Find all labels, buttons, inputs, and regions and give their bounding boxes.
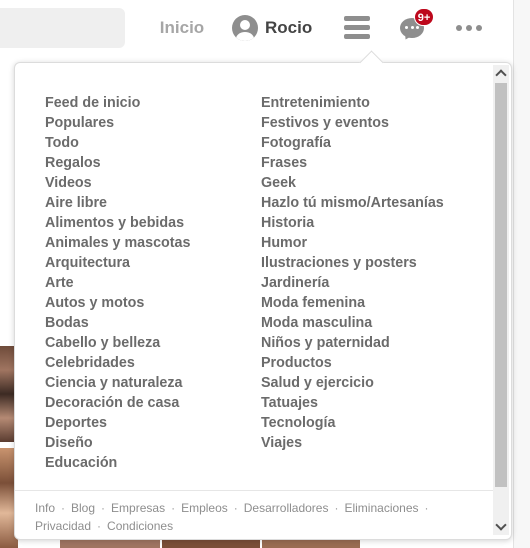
footer-links: Info · Blog · Empresas · Empleos · Desarrollador… — [35, 499, 475, 535]
category-link[interactable]: Educación — [45, 453, 255, 473]
category-link[interactable]: Alimentos y bebidas — [45, 213, 255, 233]
category-link[interactable]: Hazlo tú mismo/Artesanías — [261, 193, 471, 213]
categories-dropdown: Feed de inicio Populares Todo Regalos Vi… — [14, 50, 512, 540]
scroll-up-arrow-icon[interactable] — [493, 65, 509, 81]
category-link[interactable]: Regalos — [45, 153, 255, 173]
category-link[interactable]: Festivos y eventos — [261, 113, 471, 133]
footer-separator: · — [61, 501, 66, 515]
category-link[interactable]: Todo — [45, 133, 255, 153]
footer-separator: · — [424, 501, 429, 515]
page-scrollbar[interactable] — [513, 0, 530, 548]
scroll-down-arrow-icon[interactable] — [493, 519, 509, 535]
footer-separator: · — [97, 519, 102, 533]
category-link[interactable]: Feed de inicio — [45, 93, 255, 113]
scrollbar-thumb[interactable] — [495, 83, 507, 487]
category-link[interactable]: Videos — [45, 173, 255, 193]
hamburger-menu-icon[interactable] — [344, 16, 370, 40]
category-link[interactable]: Entretenimiento — [261, 93, 471, 113]
top-bar: Inicio Rocio 9+ — [0, 0, 530, 62]
footer-link-condiciones[interactable]: Condiciones — [107, 519, 173, 533]
footer-link-info[interactable]: Info — [35, 501, 55, 515]
category-link[interactable]: Productos — [261, 353, 471, 373]
category-link[interactable]: Animales y mascotas — [45, 233, 255, 253]
notifications-badge: 9+ — [414, 8, 434, 26]
profile-name: Rocio — [265, 18, 313, 37]
category-link[interactable]: Viajes — [261, 433, 471, 453]
category-link[interactable]: Ciencia y naturaleza — [45, 373, 255, 393]
category-link[interactable]: Fotografía — [261, 133, 471, 153]
footer-separator: · — [171, 501, 176, 515]
profile-link[interactable]: Rocio — [232, 14, 320, 42]
category-link[interactable]: Moda masculina — [261, 313, 471, 333]
footer-separator: · — [334, 501, 339, 515]
footer-separator: · — [233, 501, 238, 515]
footer-link-empresas[interactable]: Empresas — [111, 501, 165, 515]
user-avatar-icon — [232, 15, 258, 41]
more-options-icon[interactable] — [456, 24, 482, 32]
footer-separator: · — [101, 501, 106, 515]
search-input[interactable] — [0, 8, 125, 48]
categories-left-column: Feed de inicio Populares Todo Regalos Vi… — [45, 93, 255, 473]
category-link[interactable]: Aire libre — [45, 193, 255, 213]
category-link[interactable]: Deportes — [45, 413, 255, 433]
footer-link-empleos[interactable]: Empleos — [181, 501, 228, 515]
category-link[interactable]: Arquitectura — [45, 253, 255, 273]
home-link[interactable]: Inicio — [152, 18, 212, 38]
footer-link-eliminaciones[interactable]: Eliminaciones — [344, 501, 418, 515]
category-link[interactable]: Frases — [261, 153, 471, 173]
category-link[interactable]: Moda femenina — [261, 293, 471, 313]
dropdown-scrollbar[interactable] — [493, 65, 509, 535]
footer-divider — [15, 490, 493, 491]
category-link[interactable]: Decoración de casa — [45, 393, 255, 413]
category-link[interactable]: Ilustraciones y posters — [261, 253, 471, 273]
category-link[interactable]: Geek — [261, 173, 471, 193]
category-link[interactable]: Populares — [45, 113, 255, 133]
category-link[interactable]: Salud y ejercicio — [261, 373, 471, 393]
footer-link-desarrolladores[interactable]: Desarrolladores — [244, 501, 329, 515]
footer-link-blog[interactable]: Blog — [71, 501, 95, 515]
category-link[interactable]: Arte — [45, 273, 255, 293]
category-link[interactable]: Diseño — [45, 433, 255, 453]
category-link[interactable]: Jardinería — [261, 273, 471, 293]
footer-link-privacidad[interactable]: Privacidad — [35, 519, 91, 533]
category-link[interactable]: Niños y paternidad — [261, 333, 471, 353]
category-link[interactable]: Autos y motos — [45, 293, 255, 313]
category-link[interactable]: Cabello y belleza — [45, 333, 255, 353]
category-link[interactable]: Tatuajes — [261, 393, 471, 413]
category-link[interactable]: Celebridades — [45, 353, 255, 373]
categories-right-column: Entretenimiento Festivos y eventos Fotog… — [261, 93, 471, 453]
category-link[interactable]: Tecnología — [261, 413, 471, 433]
category-link[interactable]: Humor — [261, 233, 471, 253]
category-link[interactable]: Historia — [261, 213, 471, 233]
category-link[interactable]: Bodas — [45, 313, 255, 333]
